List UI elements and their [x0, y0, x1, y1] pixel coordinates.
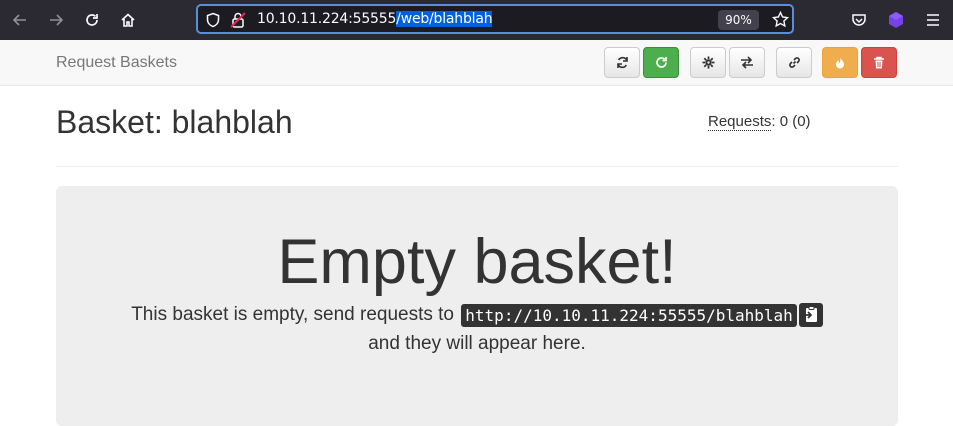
auto-refresh-icon — [655, 57, 667, 68]
requests-counter: Requests: 0 (0) — [708, 113, 811, 131]
app-navbar: Request Baskets — [0, 40, 953, 86]
share-link-button[interactable] — [776, 47, 812, 78]
delete-basket-button[interactable] — [861, 47, 897, 78]
refresh-button[interactable] — [604, 47, 640, 78]
header-divider — [56, 166, 898, 167]
responses-icon — [741, 56, 753, 69]
zoom-level-badge[interactable]: 90% — [718, 10, 759, 30]
clipboard-icon — [803, 306, 817, 322]
shield-icon — [206, 12, 220, 28]
fire-icon — [836, 56, 844, 68]
url-text[interactable]: 10.10.11.224:55555/web/blahblah — [257, 11, 493, 27]
instructions-prefix: This basket is empty, send requests to — [131, 304, 454, 326]
back-arrow-icon — [12, 14, 26, 26]
url-bar[interactable]: 10.10.11.224:55555/web/blahblah 90% — [196, 4, 794, 34]
pocket-icon[interactable] — [851, 12, 867, 28]
empty-basket-instructions-end: and they will appear here. — [368, 333, 586, 354]
responses-button[interactable] — [729, 47, 765, 78]
settings-button[interactable] — [690, 47, 726, 78]
bookmark-star-icon[interactable] — [772, 11, 789, 28]
home-button[interactable] — [114, 6, 142, 34]
brand-link[interactable]: Request Baskets — [56, 54, 177, 72]
extension-icon[interactable] — [887, 11, 905, 29]
url-path-selected: /web/blahblah — [396, 11, 493, 27]
empty-basket-heading: Empty basket! — [277, 227, 677, 297]
basket-title: Basket: blahblah — [56, 104, 293, 140]
empty-basket-panel: Empty basket! This basket is empty, send… — [56, 186, 898, 426]
auto-refresh-toggle[interactable] — [643, 47, 679, 78]
link-icon — [788, 57, 800, 68]
browser-toolbar: 10.10.11.224:55555/web/blahblah 90% — [0, 0, 953, 40]
back-button[interactable] — [6, 6, 34, 34]
requests-count: : 0 (0) — [771, 113, 811, 130]
trash-icon — [874, 56, 884, 68]
requests-label[interactable]: Requests — [708, 113, 772, 131]
basket-url-code: http://10.10.11.224:55555/blahblah — [461, 303, 797, 327]
clear-basket-button[interactable] — [822, 47, 858, 78]
menu-icon[interactable] — [926, 13, 940, 27]
reload-icon — [86, 14, 98, 26]
copy-url-button[interactable] — [798, 303, 823, 327]
empty-basket-instructions: This basket is empty, send requests to h… — [56, 303, 898, 327]
insecure-lock-icon — [230, 12, 246, 28]
url-host: 10.10.11.224:55555 — [257, 11, 397, 27]
forward-arrow-icon — [50, 14, 64, 26]
forward-button[interactable] — [42, 6, 70, 34]
reload-button[interactable] — [78, 6, 106, 34]
refresh-icon — [616, 56, 628, 69]
settings-icon — [702, 56, 714, 69]
home-icon — [121, 13, 135, 27]
